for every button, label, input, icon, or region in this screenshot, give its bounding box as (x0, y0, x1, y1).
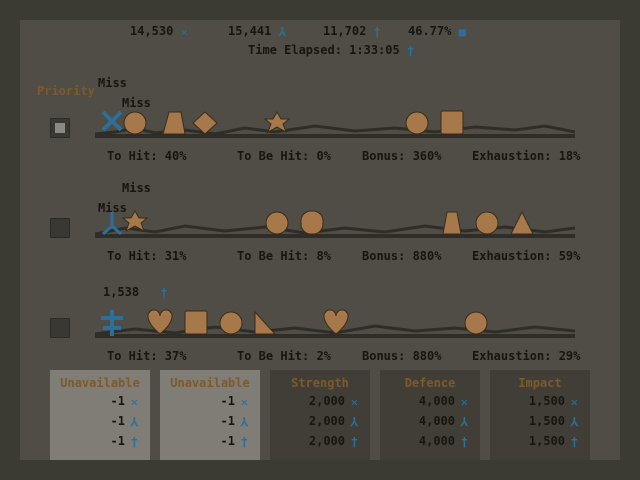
bonus-3: Bonus: 880% (362, 349, 442, 363)
panel-row: -1 ✕ (220, 394, 248, 409)
panel-row: -1 ✕ (110, 394, 138, 409)
dagger-icon: † (130, 434, 138, 449)
dagger-icon: † (240, 434, 248, 449)
stat-value: 14,530 (130, 24, 174, 38)
cross-swords-icon: ✕ (180, 24, 188, 39)
panel-row: 4,000 ✕ (418, 394, 468, 409)
tripod-icon: ⅄ (350, 414, 358, 429)
stat-cross-swords: 14,530 ✕ (130, 24, 188, 39)
dagger-icon: † (570, 434, 578, 449)
cross-swords-icon: ✕ (570, 394, 578, 409)
panel-strength[interactable]: Strength 2,000 ✕ 2,000 ⅄ 2,000 † (270, 370, 370, 460)
panel-row: 4,000 ⅄ (418, 414, 468, 429)
panel-title: Unavailable (60, 376, 140, 390)
panel-row: 1,500 † (528, 434, 578, 449)
tripod-icon: ⅄ (570, 414, 578, 429)
square-icon: ■ (458, 24, 466, 39)
cross-swords-icon: ✕ (460, 394, 468, 409)
tripod-icon: ⅄ (460, 414, 468, 429)
panel-row: 2,000 ⅄ (308, 414, 358, 429)
tripod-icon: ⅄ (278, 24, 286, 39)
cross-swords-icon: ✕ (130, 394, 138, 409)
panel-row: -1 ⅄ (110, 414, 138, 429)
cross-swords-icon: ✕ (350, 394, 358, 409)
panel-defence[interactable]: Defence 4,000 ✕ 4,000 ⅄ 4,000 † (380, 370, 480, 460)
dagger-icon: † (350, 434, 358, 449)
exhaustion-3: Exhaustion: 29% (472, 349, 581, 363)
priority-checkbox-2[interactable] (50, 218, 70, 238)
stat-value: 11,702 (323, 24, 367, 38)
lane-track (95, 110, 575, 138)
panel-title: Strength (291, 376, 349, 390)
miss-label: Miss (98, 76, 127, 90)
to-hit-1: To Hit: 40% (107, 149, 187, 163)
priority-checkbox-1[interactable] (50, 118, 70, 138)
stat-dagger: 11,702 † (323, 24, 381, 39)
stat-value: 46.77% (408, 24, 452, 38)
panel-row: -1 ⅄ (220, 414, 248, 429)
dagger-icon: † (373, 24, 381, 39)
stat-value: 15,441 (228, 24, 272, 38)
combat-lane-2 (95, 206, 575, 240)
damage-popup: 1,538 † (103, 285, 168, 300)
panel-unavailable-2[interactable]: Unavailable -1 ✕ -1 ⅄ -1 † (160, 370, 260, 460)
bonus-1: Bonus: 360% (362, 149, 442, 163)
panel-row: 2,000 ✕ (308, 394, 358, 409)
miss-label: Miss (122, 181, 151, 195)
dagger-icon: † (460, 434, 468, 449)
to-hit-2: To Hit: 31% (107, 249, 187, 263)
tripod-icon: ⅄ (240, 414, 248, 429)
panel-impact[interactable]: Impact 1,500 ✕ 1,500 ⅄ 1,500 † (490, 370, 590, 460)
panel-title: Impact (518, 376, 562, 390)
time-elapsed: Time Elapsed: 1:33:05 † (248, 43, 415, 58)
panel-title: Unavailable (170, 376, 250, 390)
to-hit-3: To Hit: 37% (107, 349, 187, 363)
combat-lane-1 (95, 106, 575, 140)
priority-checkbox-3[interactable] (50, 318, 70, 338)
panel-row: 4,000 † (418, 434, 468, 449)
dagger-icon: † (406, 43, 415, 58)
panel-row: 2,000 † (308, 434, 358, 449)
lane-track (95, 209, 575, 238)
panel-row: 1,500 ⅄ (528, 414, 578, 429)
to-be-hit-2: To Be Hit: 8% (237, 249, 331, 263)
panel-row: -1 † (110, 434, 138, 449)
panel-unavailable-1[interactable]: Unavailable -1 ✕ -1 ⅄ -1 † (50, 370, 150, 460)
dagger-icon: † (160, 285, 168, 300)
panel-row: 1,500 ✕ (528, 394, 578, 409)
tripod-icon: ⅄ (130, 414, 138, 429)
stat-percent: 46.77% ■ (408, 24, 466, 39)
to-be-hit-3: To Be Hit: 2% (237, 349, 331, 363)
to-be-hit-1: To Be Hit: 0% (237, 149, 331, 163)
exhaustion-2: Exhaustion: 59% (472, 249, 581, 263)
panel-row: -1 † (220, 434, 248, 449)
exhaustion-1: Exhaustion: 18% (472, 149, 581, 163)
cross-swords-icon: ✕ (240, 394, 248, 409)
combat-lane-3 (95, 306, 575, 340)
priority-label: Priority (37, 84, 95, 98)
panel-title: Defence (404, 376, 456, 390)
lane-track (95, 309, 575, 338)
stat-tripod: 15,441 ⅄ (228, 24, 286, 39)
bonus-2: Bonus: 880% (362, 249, 442, 263)
